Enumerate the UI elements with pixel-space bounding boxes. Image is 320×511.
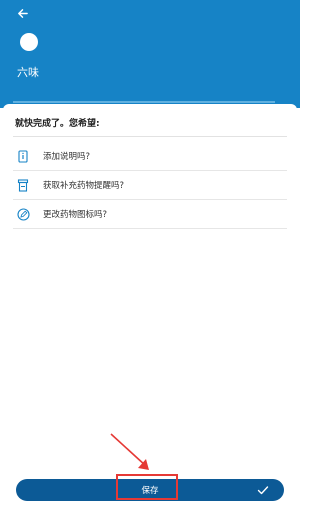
- option-change-icon[interactable]: 更改药物图标吗?: [13, 200, 287, 229]
- annotation-arrow: [110, 433, 149, 470]
- option-label: 添加说明吗?: [43, 152, 91, 162]
- annotation-highlight-box: [116, 474, 178, 500]
- back-button[interactable]: [10, 3, 34, 23]
- header-divider: [13, 101, 275, 103]
- medication-name: 六味: [17, 66, 39, 79]
- divider: [13, 136, 287, 137]
- option-label: 获取补充药物提醒吗?: [43, 181, 125, 191]
- arrow-left-icon: [17, 8, 28, 18]
- pencil-circle-icon: [16, 207, 30, 221]
- medication-icon[interactable]: [20, 33, 38, 51]
- app-header: 六味: [0, 0, 300, 108]
- pill-bottle-icon: [16, 178, 30, 192]
- option-label: 更改药物图标吗?: [43, 210, 108, 220]
- check-icon: [257, 486, 269, 495]
- option-refill-reminder[interactable]: 获取补充药物提醒吗?: [13, 171, 287, 200]
- document-info-icon: [16, 149, 30, 163]
- sheet-title: 就快完成了。您希望:: [15, 119, 100, 129]
- option-add-instructions[interactable]: 添加说明吗?: [13, 142, 287, 171]
